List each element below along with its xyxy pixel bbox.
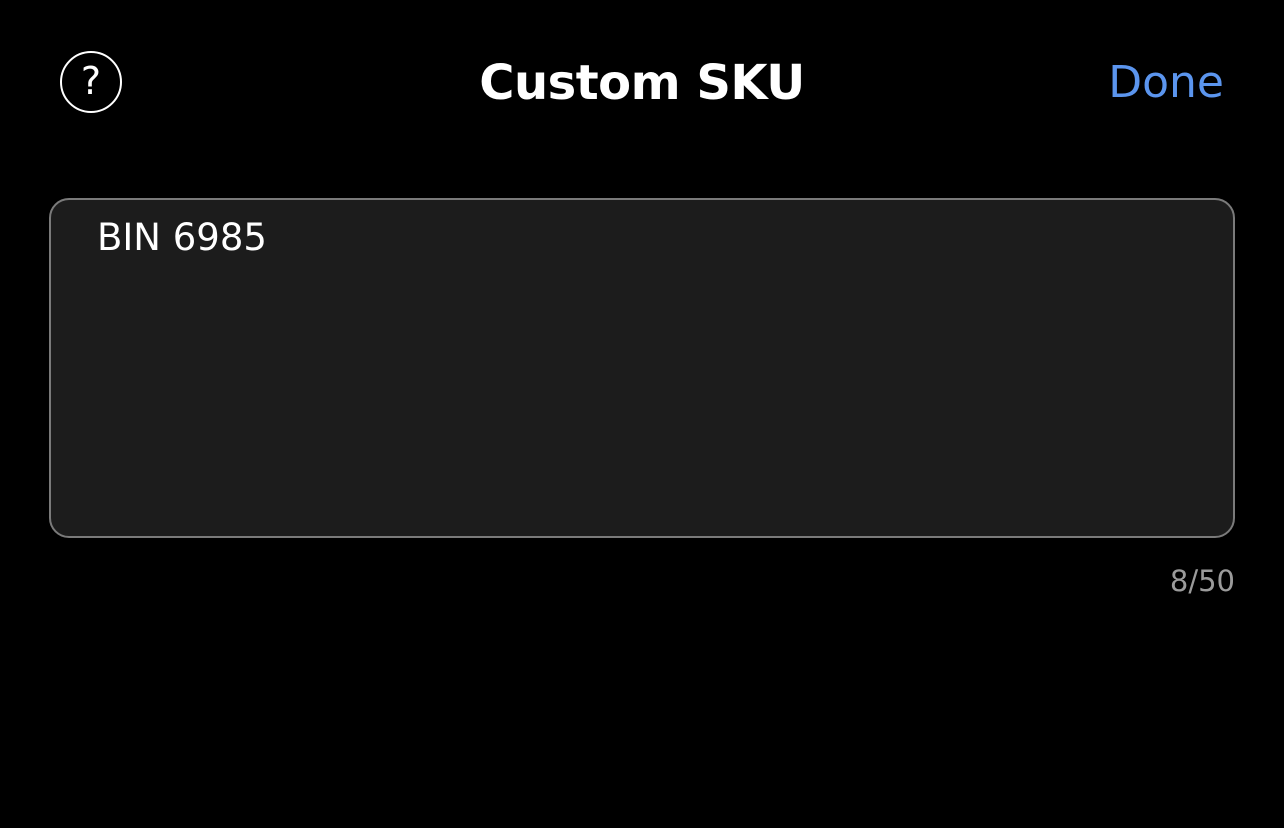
- question-circle-icon: ?: [80, 59, 102, 103]
- page-title: Custom SKU: [479, 55, 805, 111]
- done-button[interactable]: Done: [1108, 52, 1224, 114]
- help-button[interactable]: ?: [60, 51, 122, 113]
- sku-input[interactable]: BIN 6985: [49, 198, 1235, 538]
- character-counter: 8/50: [1169, 564, 1235, 598]
- custom-sku-screen: ? Custom SKU Done BIN 6985 8/50: [0, 0, 1284, 828]
